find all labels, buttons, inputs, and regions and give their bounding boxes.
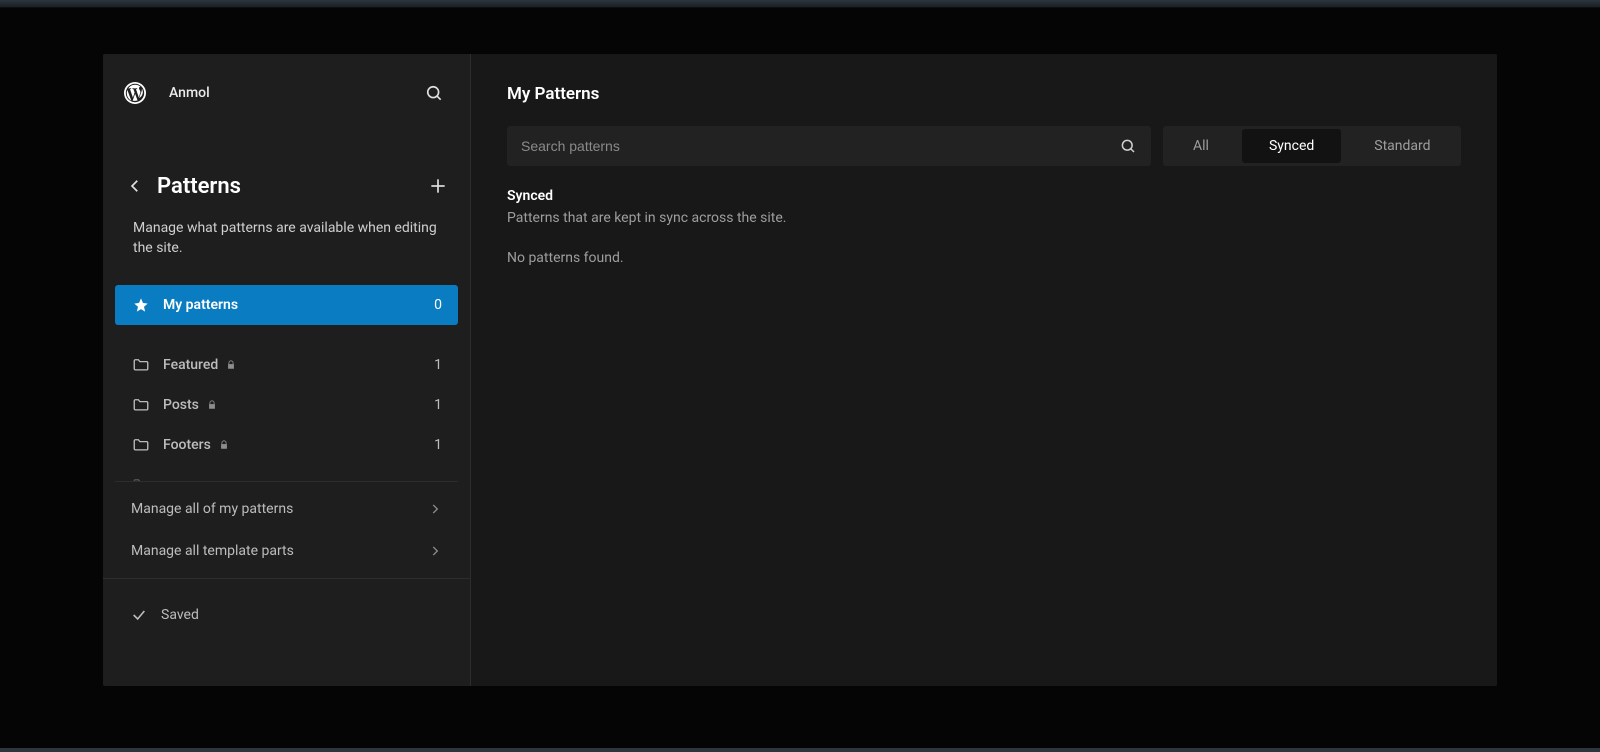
- sidebar-item-label: My patterns: [163, 297, 238, 313]
- sync-filter-segmented: All Synced Standard: [1163, 126, 1461, 166]
- sidebar: Anmol Patterns Manage what patterns are …: [103, 54, 471, 686]
- sidebar-item-count: 1: [434, 397, 442, 413]
- wordpress-logo-icon[interactable]: [123, 81, 147, 105]
- main-content: My Patterns All Synced Standard Synced P…: [471, 54, 1497, 686]
- viewport: Anmol Patterns Manage what patterns are …: [0, 8, 1600, 748]
- chevron-right-icon: [428, 544, 442, 558]
- sidebar-item-footers[interactable]: Footers 1: [115, 425, 458, 465]
- sidebar-category-list: My patterns 0: [103, 285, 470, 325]
- page-title: My Patterns: [507, 84, 1461, 104]
- search-icon: [1119, 137, 1137, 155]
- section-description: Patterns that are kept in sync across th…: [507, 210, 1461, 226]
- sidebar-title: Patterns: [157, 174, 241, 199]
- save-status-label: Saved: [161, 607, 199, 623]
- manage-link-label: Manage all of my patterns: [131, 501, 293, 517]
- sidebar-item-featured[interactable]: Featured 1: [115, 345, 458, 385]
- folder-icon: [131, 396, 151, 414]
- filter-standard[interactable]: Standard: [1344, 126, 1460, 166]
- site-name[interactable]: Anmol: [169, 85, 210, 101]
- chevron-right-icon: [428, 502, 442, 516]
- section-heading: Synced: [507, 188, 1461, 204]
- check-icon: [131, 607, 147, 623]
- sidebar-manage-links: Manage all of my patterns Manage all tem…: [103, 482, 470, 578]
- manage-all-my-patterns[interactable]: Manage all of my patterns: [115, 488, 458, 530]
- search-input[interactable]: [521, 138, 1119, 154]
- sidebar-description: Manage what patterns are available when …: [103, 204, 470, 259]
- create-pattern-button[interactable]: [420, 168, 456, 204]
- lock-icon: [219, 440, 229, 450]
- browser-chrome-top: [0, 0, 1600, 8]
- lock-icon: [226, 360, 236, 370]
- sidebar-item-count: 1: [434, 437, 442, 453]
- back-button[interactable]: [117, 168, 153, 204]
- folder-icon: [131, 476, 151, 481]
- sidebar-header: Anmol: [103, 54, 470, 114]
- browser-chrome-bottom: [0, 748, 1600, 752]
- search-patterns-box[interactable]: [507, 126, 1151, 166]
- empty-state-text: No patterns found.: [507, 250, 1461, 266]
- folder-icon: [131, 356, 151, 374]
- sidebar-item-my-patterns[interactable]: My patterns 0: [115, 285, 458, 325]
- controls-row: All Synced Standard: [507, 126, 1461, 166]
- sidebar-item-count: 0: [434, 297, 442, 313]
- app-frame: Anmol Patterns Manage what patterns are …: [103, 54, 1497, 686]
- manage-link-label: Manage all template parts: [131, 543, 294, 559]
- sidebar-item-label: Featured: [163, 357, 218, 373]
- filter-all[interactable]: All: [1163, 126, 1239, 166]
- folder-icon: [131, 436, 151, 454]
- save-status[interactable]: Saved: [103, 579, 470, 651]
- sidebar-item-cutoff[interactable]: [115, 465, 458, 481]
- star-icon: [131, 297, 151, 313]
- sidebar-item-count: 1: [434, 357, 442, 373]
- filter-synced[interactable]: Synced: [1242, 129, 1341, 163]
- sidebar-item-label: Posts: [163, 397, 199, 413]
- sidebar-item-label: Footers: [163, 437, 211, 453]
- lock-icon: [207, 400, 217, 410]
- sidebar-title-row: Patterns: [103, 168, 470, 204]
- sidebar-item-posts[interactable]: Posts 1: [115, 385, 458, 425]
- open-command-palette-button[interactable]: [418, 77, 450, 109]
- sidebar-theme-categories: Featured 1 Posts 1: [103, 345, 470, 481]
- manage-all-template-parts[interactable]: Manage all template parts: [115, 530, 458, 572]
